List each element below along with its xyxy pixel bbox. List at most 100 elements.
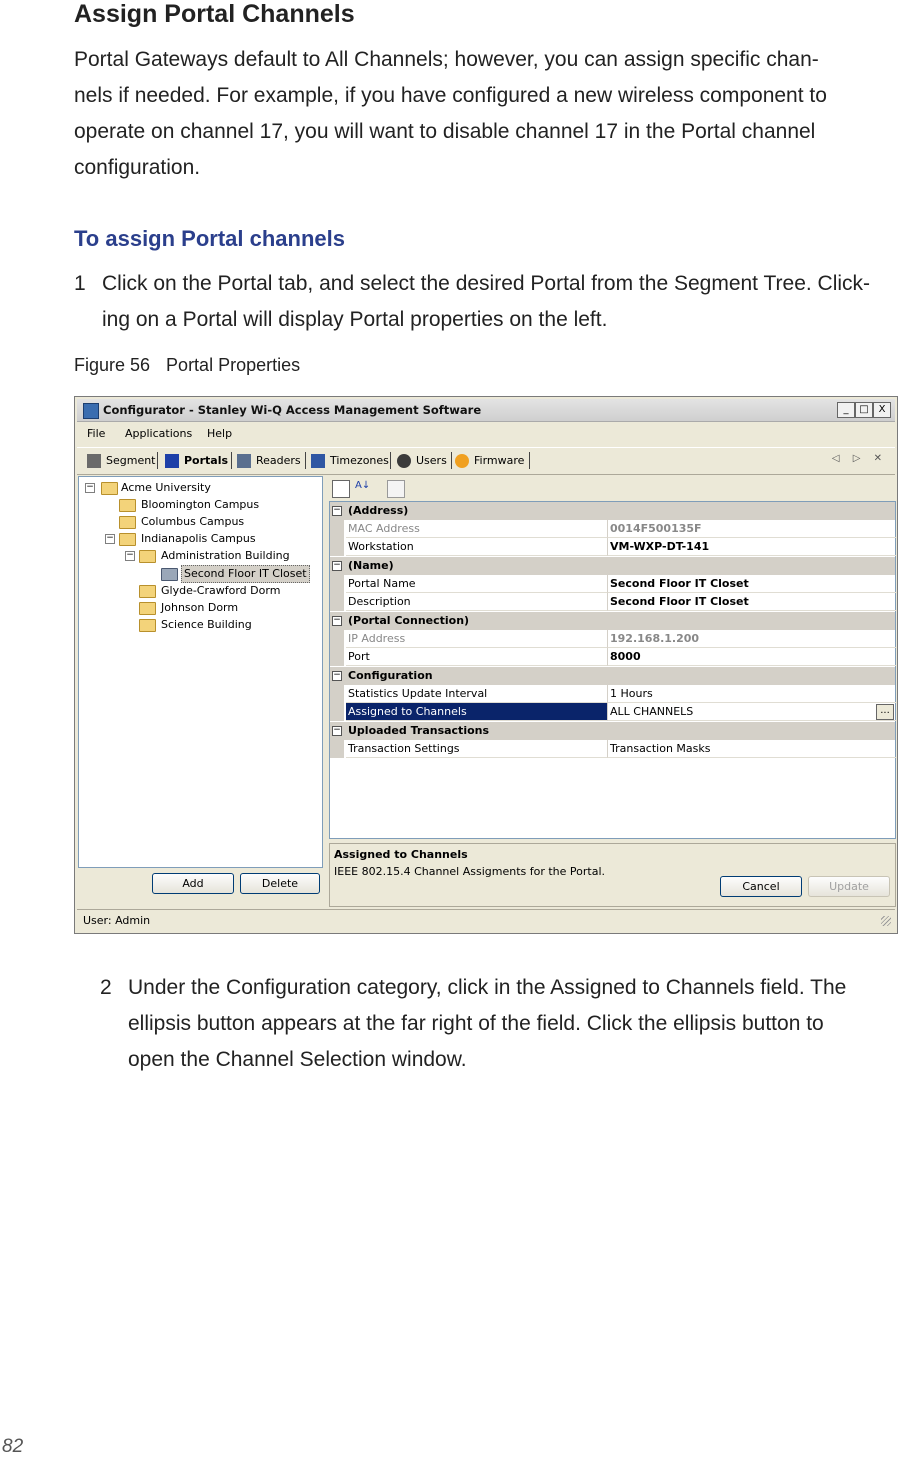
minimize-button[interactable]: _ [837,402,855,418]
menu-file[interactable]: File [87,427,105,440]
property-key: IP Address [346,630,608,648]
property-row[interactable]: MAC Address 0014F500135F [330,520,896,538]
property-row[interactable]: Description Second Floor IT Closet [330,593,896,611]
tab-toolbar: Segment Portals Readers Timezones Users … [77,447,895,475]
tab-label: Segment [106,454,156,467]
menu-help[interactable]: Help [207,427,232,440]
category-configuration[interactable]: − Configuration [330,667,895,685]
folder-icon [139,602,156,615]
collapse-toggle[interactable]: − [332,671,342,681]
page-number: 82 [2,1436,24,1457]
property-value: Second Floor IT Closet [608,575,896,593]
property-key: Workstation [346,538,608,556]
tab-label: Timezones [330,454,389,467]
folder-icon [139,550,156,563]
property-value: Transaction Masks [608,740,896,758]
segment-icon [87,454,101,468]
tab-firmware[interactable]: Firmware [455,453,524,469]
property-row[interactable]: Port 8000 [330,648,896,666]
folder-icon [119,499,136,512]
tab-segment[interactable]: Segment [87,453,156,469]
property-description: Assigned to Channels IEEE 802.15.4 Chann… [329,843,896,907]
update-button[interactable]: Update [808,876,890,897]
menu-bar: File Applications Help [77,423,895,445]
delete-button[interactable]: Delete [240,873,320,894]
property-key: Transaction Settings [346,740,608,758]
property-row[interactable]: Transaction Settings Transaction Masks [330,740,896,758]
ellipsis-button[interactable]: ... [876,704,894,720]
tab-portals[interactable]: Portals [165,453,228,469]
property-row[interactable]: IP Address 192.168.1.200 [330,630,896,648]
step-number: 2 [100,976,112,999]
description-text: IEEE 802.15.4 Channel Assigments for the… [334,865,606,878]
property-value: 0014F500135F [608,520,896,538]
portals-icon [165,454,179,468]
property-row-assigned-channels[interactable]: Assigned to Channels ALL CHANNELS ... [330,703,896,721]
property-key: MAC Address [346,520,608,538]
property-key: Assigned to Channels [346,703,608,721]
step-line: Click on the Portal tab, and select the … [102,272,871,295]
app-icon [83,403,99,419]
tab-label: Users [416,454,447,467]
tab-timezones[interactable]: Timezones [311,453,389,469]
tree-button-bar: Add Delete [78,869,323,909]
property-key: Portal Name [346,575,608,593]
figure-label: Figure 56 [74,355,151,375]
tab-readers[interactable]: Readers [237,453,301,469]
resize-grip-icon[interactable] [881,916,891,926]
step-number: 1 [74,272,86,295]
property-value: Second Floor IT Closet [608,593,896,611]
tab-label: Portals [184,454,229,467]
procedure-heading: To assign Portal channels [74,226,345,251]
segment-tree: − Acme University Bloomington Campus Col… [78,476,323,868]
figure-caption: Figure 56 Portal Properties [74,355,300,376]
collapse-toggle[interactable]: − [332,561,342,571]
readers-icon [237,454,251,468]
property-key: Port [346,648,608,666]
category-uploaded-transactions[interactable]: − Uploaded Transactions [330,722,895,740]
cancel-button[interactable]: Cancel [720,876,802,897]
maximize-button[interactable]: □ [855,402,873,418]
category-name[interactable]: − (Name) [330,557,895,575]
description-title: Assigned to Channels [334,848,468,861]
collapse-toggle[interactable]: − [105,534,115,544]
timezones-icon [311,454,325,468]
folder-icon [139,585,156,598]
users-icon [397,454,411,468]
property-value: VM-WXP-DT-141 [608,538,896,556]
property-toolbar: A↓ [327,476,895,500]
collapse-toggle[interactable]: − [332,616,342,626]
category-portal-connection[interactable]: − (Portal Connection) [330,612,895,630]
collapse-toggle[interactable]: − [85,483,95,493]
collapse-toggle[interactable]: − [125,551,135,561]
property-row[interactable]: Workstation VM-WXP-DT-141 [330,538,896,556]
tab-nav-arrows[interactable]: ◁ ▷ ✕ [832,453,887,464]
property-pages-icon[interactable] [387,480,405,498]
section-heading: Assign Portal Channels [74,0,355,28]
property-row[interactable]: Portal Name Second Floor IT Closet [330,575,896,593]
folder-icon [101,482,118,495]
tab-users[interactable]: Users [397,453,447,469]
portal-icon [161,568,178,581]
property-value: ALL CHANNELS [610,705,694,718]
sort-az-icon[interactable]: A↓ [355,480,371,496]
step-line: ing on a Portal will display Portal prop… [102,308,608,331]
collapse-toggle[interactable]: − [332,506,342,516]
folder-icon [139,619,156,632]
status-user: User: Admin [83,914,151,927]
tab-label: Readers [256,454,301,467]
step-line: open the Channel Selection window. [128,1048,467,1071]
step-line: ellipsis button appears at the far right… [128,1012,824,1035]
categorized-icon[interactable] [332,480,350,498]
title-bar: Configurator - Stanley Wi-Q Access Manag… [77,399,895,422]
step-1: 1 Click on the Portal tab, and select th… [74,266,886,338]
close-button[interactable]: X [873,402,891,418]
add-button[interactable]: Add [152,873,234,894]
category-address[interactable]: − (Address) [330,502,895,520]
assigned-channels-field[interactable]: ALL CHANNELS ... [608,703,896,721]
collapse-toggle[interactable]: − [332,726,342,736]
menu-applications[interactable]: Applications [125,427,192,440]
property-row[interactable]: Statistics Update Interval 1 Hours [330,685,896,703]
step-2: 2 Under the Configuration category, clic… [100,970,890,1078]
intro-line: configuration. [74,156,201,179]
